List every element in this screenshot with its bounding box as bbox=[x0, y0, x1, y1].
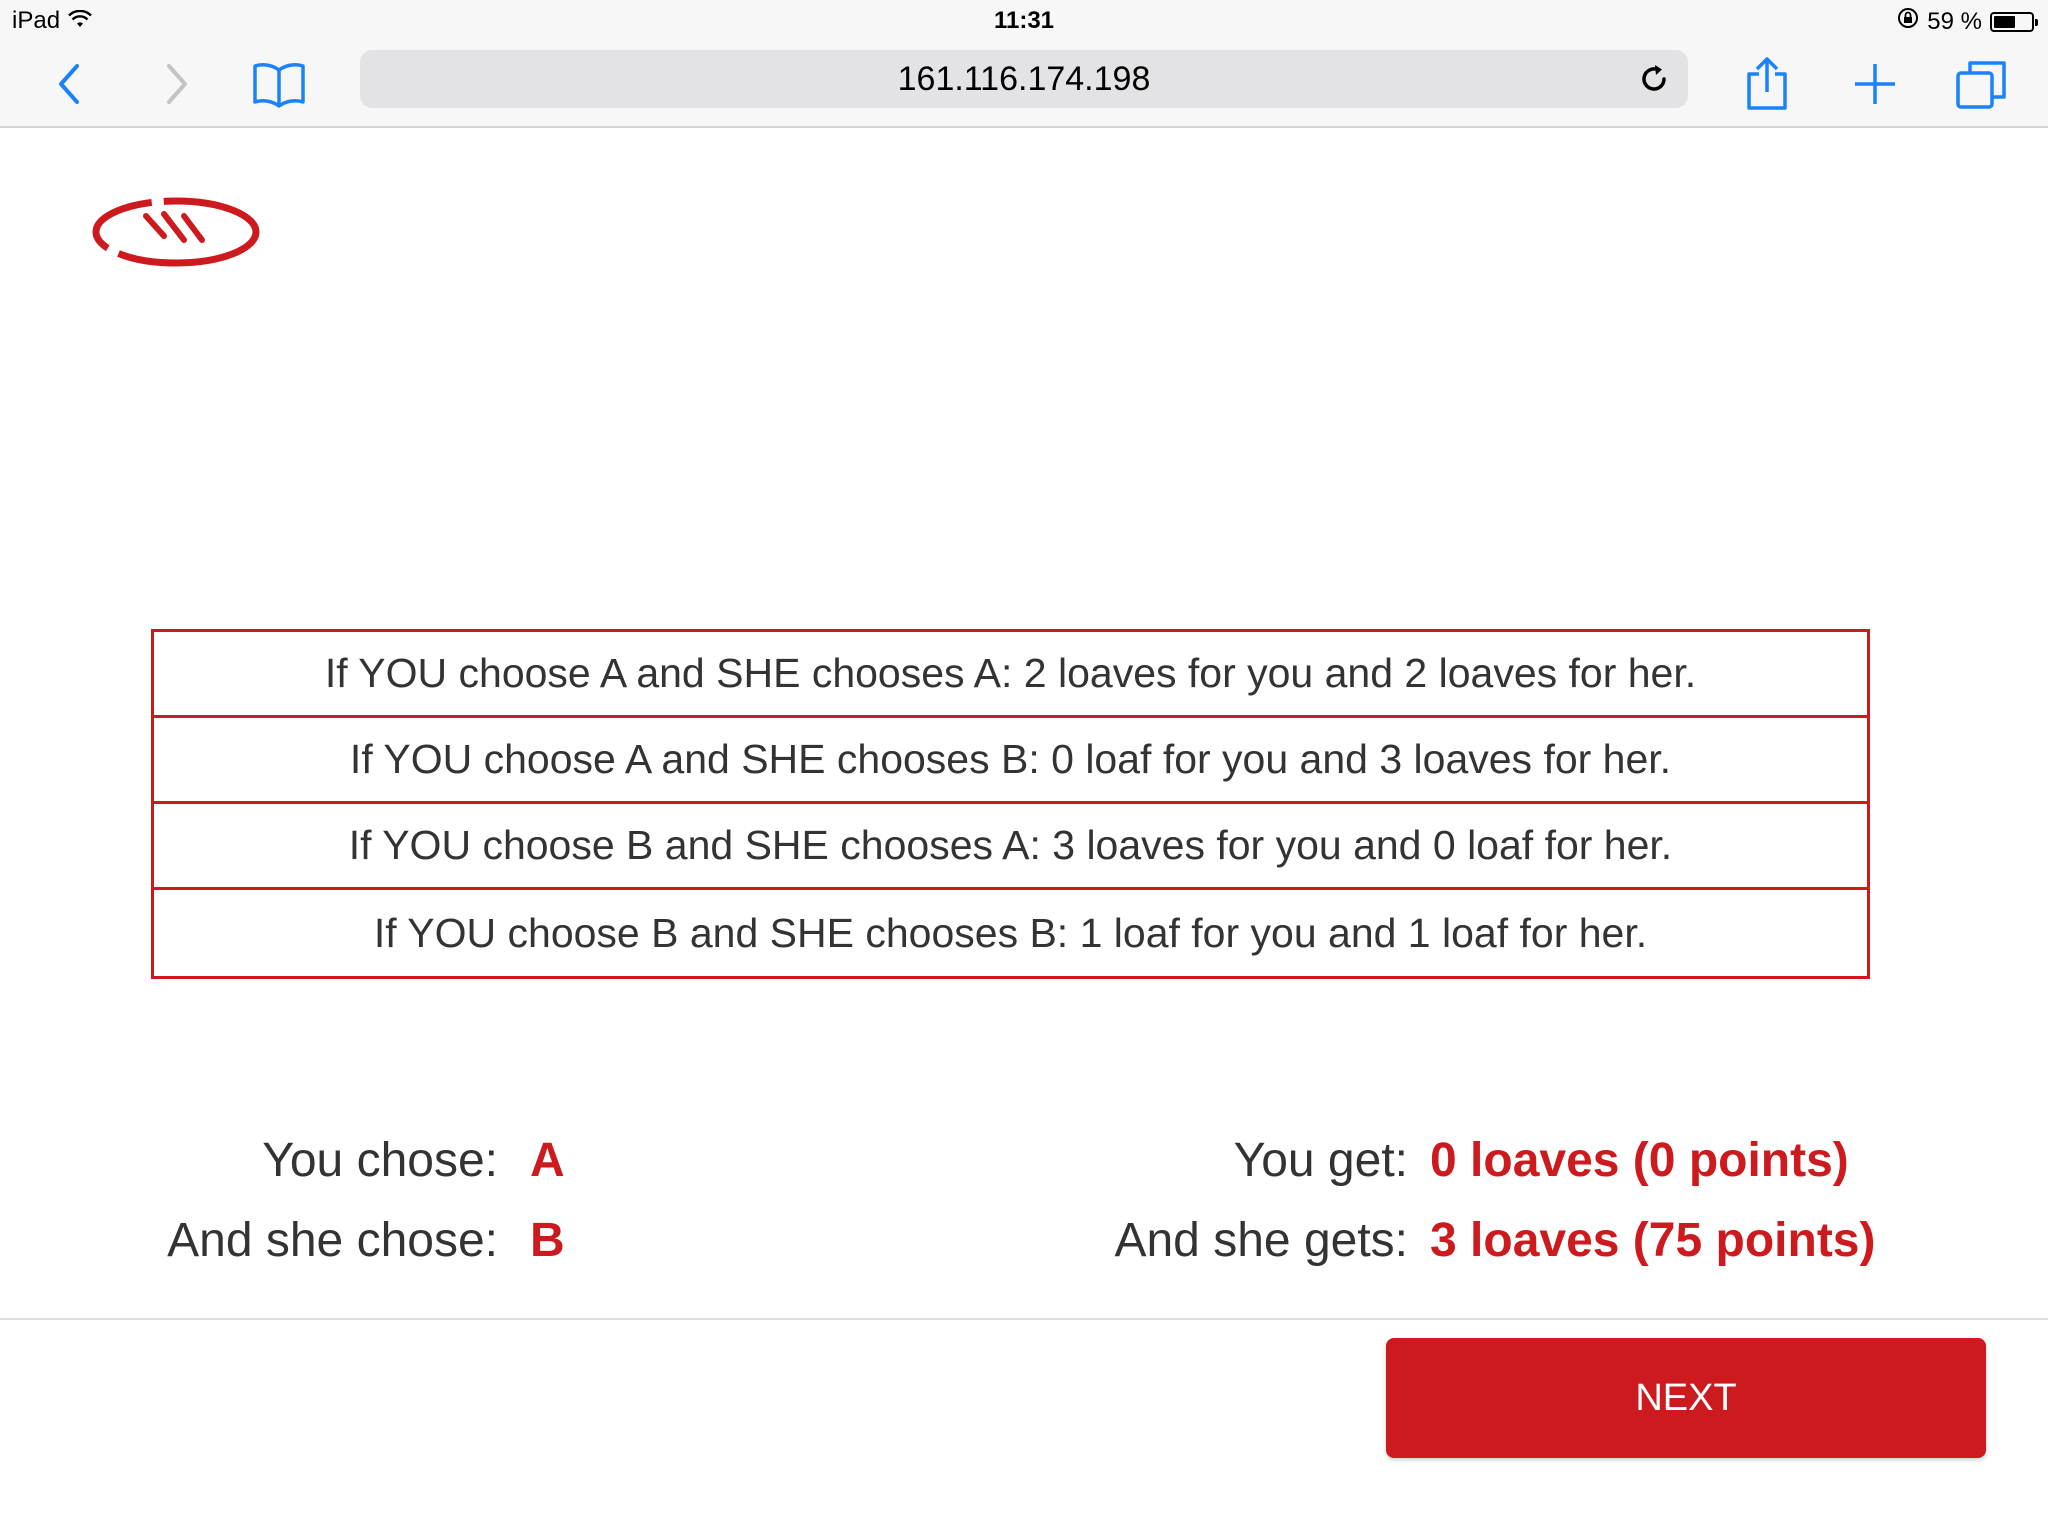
share-icon bbox=[1747, 57, 1787, 110]
she-chose-value: B bbox=[530, 1214, 565, 1267]
she-gets-label: And she gets: bbox=[1114, 1214, 1408, 1267]
you-get-value: 0 loaves (0 points) bbox=[1430, 1134, 1849, 1187]
she-gets-value: 3 loaves (75 points) bbox=[1430, 1214, 1876, 1267]
payoff-table: If YOU choose A and SHE chooses A: 2 loa… bbox=[151, 629, 1870, 979]
payoff-row: If YOU choose B and SHE chooses A: 3 loa… bbox=[154, 804, 1867, 890]
screen: iPad 11:31 59 % 161.116.174.198 If YOU c… bbox=[0, 0, 2048, 1536]
status-bar: iPad 11:31 59 % bbox=[0, 0, 2048, 40]
payoff-row: If YOU choose A and SHE chooses A: 2 loa… bbox=[154, 632, 1867, 718]
browser-toolbar: 161.116.174.198 bbox=[0, 40, 2048, 128]
forward-icon bbox=[167, 64, 187, 104]
payoff-row: If YOU choose A and SHE chooses B: 0 loa… bbox=[154, 718, 1867, 804]
back-icon bbox=[59, 64, 79, 104]
you-chose-label: You chose: bbox=[262, 1134, 498, 1187]
status-time: 11:31 bbox=[993, 7, 1055, 34]
forward-button[interactable] bbox=[146, 54, 206, 114]
battery-icon bbox=[1990, 11, 2038, 32]
you-get-label: You get: bbox=[1233, 1134, 1408, 1187]
next-button-label: NEXT bbox=[1635, 1376, 1737, 1419]
orientation-lock-icon bbox=[1897, 7, 1919, 36]
back-button[interactable] bbox=[40, 54, 100, 114]
battery-percent: 59 % bbox=[1927, 7, 1982, 35]
you-chose-value: A bbox=[530, 1134, 565, 1187]
share-button[interactable] bbox=[1737, 54, 1797, 114]
new-tab-icon bbox=[1855, 64, 1895, 104]
new-tab-button[interactable] bbox=[1845, 54, 1905, 114]
payoff-row: If YOU choose B and SHE chooses B: 1 loa… bbox=[373, 909, 1648, 956]
next-button[interactable]: NEXT bbox=[1386, 1338, 1986, 1458]
bookmarks-button[interactable] bbox=[249, 54, 309, 114]
url-text: 161.116.174.198 bbox=[897, 59, 1151, 98]
status-right: 59 % bbox=[1897, 7, 2038, 36]
footer-divider bbox=[0, 1318, 2048, 1320]
battery-level bbox=[1994, 15, 2016, 28]
bookmarks-icon bbox=[253, 63, 305, 108]
reload-icon bbox=[1642, 65, 1666, 91]
reload-button[interactable] bbox=[1634, 59, 1674, 99]
address-bar[interactable]: 161.116.174.198 bbox=[360, 50, 1688, 108]
she-chose-label: And she chose: bbox=[167, 1214, 498, 1267]
tabs-button[interactable] bbox=[1951, 54, 2011, 114]
tabs-icon bbox=[1956, 61, 2006, 109]
site-logo bbox=[88, 192, 264, 272]
